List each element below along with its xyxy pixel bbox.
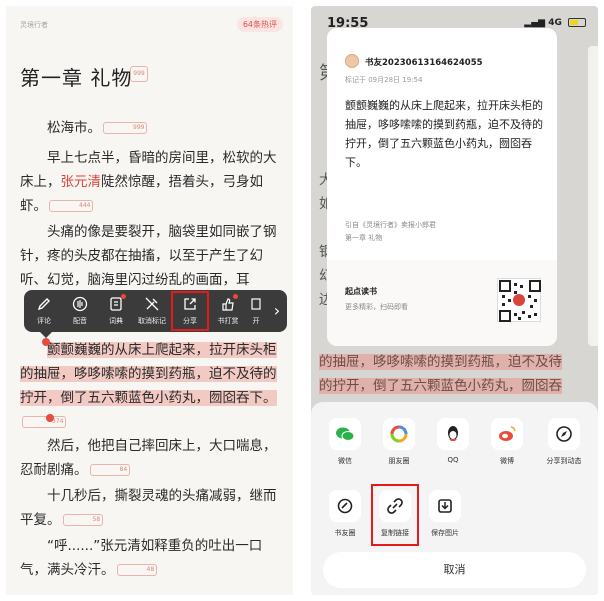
bg-line: 的抽屉，哆哆嗦嗦的摸到药瓶，迫不及待 bbox=[319, 350, 595, 374]
selected-text[interactable]: 颤颤巍巍的从床上爬起来，拉开床头柜的抽屉，哆哆嗦嗦的摸到药瓶，迫不及待的拧开，倒… bbox=[20, 342, 277, 406]
share-to-feed[interactable]: 分享到动态 bbox=[539, 418, 589, 466]
book-name: 灵境行者 bbox=[20, 21, 48, 29]
paragraph-comment-badge[interactable]: 48 bbox=[116, 564, 158, 576]
share-moments[interactable]: 朋友圈 bbox=[377, 418, 421, 466]
paragraph: 然后，他把自己摔回床上，大口喘息，忍耐剧痛。 84 bbox=[20, 434, 282, 482]
toolbar-label: 配音 bbox=[73, 317, 87, 325]
toolbar-reward[interactable]: 书打赏 bbox=[210, 290, 246, 332]
paragraph-comment-badge[interactable]: 444 bbox=[49, 200, 94, 212]
selection-toolbar: 评论 配音 词典 取消标记 分享 书打赏 开 › bbox=[24, 290, 287, 332]
paragraph: 头痛的像是要裂开，脑袋里如同嵌了钢针，疼的头皮都在抽搐，以至于产生了幻听、幻觉，… bbox=[20, 220, 282, 292]
qq-icon bbox=[437, 418, 469, 450]
toolbar-label: 词典 bbox=[109, 317, 123, 325]
paragraph-text: 十几秒后，撕裂灵魂的头痛减弱，继而平复。 bbox=[20, 488, 277, 528]
toolbar-dictionary[interactable]: 词典 bbox=[98, 290, 134, 332]
toolbar-label: 取消标记 bbox=[138, 317, 166, 325]
highlighted-paragraph[interactable]: 颤颤巍巍的从床上爬起来，拉开床头柜的抽屉，哆哆嗦嗦的摸到药瓶，迫不及待的拧开，倒… bbox=[20, 338, 282, 434]
pen-icon bbox=[37, 298, 50, 311]
share-label: QQ bbox=[447, 456, 459, 464]
share-weibo[interactable]: 微博 bbox=[485, 418, 529, 466]
bg-highlighted-text: 的抽屉，哆哆嗦嗦的摸到药瓶，迫不及待 bbox=[319, 354, 562, 370]
toolbar-comment[interactable]: 评论 bbox=[26, 290, 62, 332]
hot-comment-count[interactable]: 64条热评 bbox=[236, 17, 283, 32]
signal-icon: ▂▄▆ bbox=[524, 18, 546, 28]
bg-line: 的拧开，倒了五六颗蓝色小药丸，囫囵吞 bbox=[319, 374, 595, 398]
paragraph-comment-badge[interactable]: 58 bbox=[62, 514, 104, 526]
moments-icon bbox=[383, 418, 415, 450]
open-icon bbox=[251, 298, 261, 310]
toolbar-label: 书打赏 bbox=[217, 317, 239, 325]
voice-icon bbox=[72, 296, 88, 312]
new-dot bbox=[121, 294, 126, 299]
reader-left-panel: 灵境行者 64条热评 第一章 礼物 999 松海市。 999 早上七点半，昏暗的房… bbox=[6, 6, 293, 595]
qr-logo bbox=[513, 294, 525, 306]
toolbar-label: 开 bbox=[252, 317, 260, 325]
qr-code bbox=[497, 278, 541, 322]
paragraph-comment-badge[interactable]: 374 bbox=[22, 416, 67, 428]
share-wechat[interactable]: 微信 bbox=[323, 418, 367, 466]
chapter-title: 第一章 礼物 bbox=[20, 66, 133, 90]
compass-icon bbox=[548, 418, 580, 450]
toolbar-voice[interactable]: 配音 bbox=[62, 290, 98, 332]
share-save-image[interactable]: 保存图片 bbox=[423, 490, 467, 538]
paragraph: “呼......”张元清如释重负的吐出一口气，满头冷汗。 48 bbox=[20, 534, 282, 582]
next-card-edge bbox=[588, 46, 598, 346]
share-label: 书友圈 bbox=[334, 529, 356, 537]
share-label: 微信 bbox=[338, 457, 352, 465]
share-right-panel: 19:55 ▂▄▆ 4G 第 大 如 钢 幻 边 的抽屉，哆哆嗦嗦的摸到药瓶，迫… bbox=[311, 6, 598, 595]
share-card: 书友20230613164624055 标记于 09月28日 19:54 颤颤巍… bbox=[327, 28, 557, 346]
copy-link-highlight-box bbox=[371, 484, 419, 546]
paragraph: 早上七点半，昏暗的房间里，松软的大床上，张元清陡然惊醒，捂着头，弓身如虾。 444 bbox=[20, 146, 282, 218]
paragraph-text: 然后，他把自己摔回床上，大口喘息，忍耐剧痛。 bbox=[20, 438, 277, 478]
card-footer: 起点读书 更多精彩，扫码即看 bbox=[327, 260, 557, 346]
character-name-link[interactable]: 张元清 bbox=[61, 174, 102, 190]
weibo-icon bbox=[491, 418, 523, 450]
chapter-comment-badge[interactable]: 999 bbox=[130, 66, 148, 82]
cancel-button[interactable]: 取消 bbox=[323, 552, 586, 588]
status-indicators: ▂▄▆ 4G bbox=[524, 18, 586, 28]
toolbar-more-button[interactable]: › bbox=[268, 290, 286, 332]
paragraph-comment-badge[interactable]: 999 bbox=[103, 122, 148, 134]
card-username: 书友20230613164624055 bbox=[365, 58, 483, 68]
paragraph-comment-badge[interactable]: 84 bbox=[89, 464, 131, 476]
paragraph-text: 松海市。 bbox=[47, 120, 101, 136]
toolbar-label: 评论 bbox=[37, 317, 51, 325]
share-label: 微博 bbox=[500, 457, 514, 465]
paragraph: 十几秒后，撕裂灵魂的头痛减弱，继而平复。 58 bbox=[20, 484, 282, 532]
card-chapter: 第一章 礼物 bbox=[345, 234, 383, 242]
toolbar-unmark[interactable]: 取消标记 bbox=[134, 290, 170, 332]
toolbar-open[interactable]: 开 bbox=[244, 290, 268, 332]
share-bookfriend[interactable]: 书友圈 bbox=[323, 490, 367, 538]
selection-end-handle[interactable] bbox=[46, 414, 54, 422]
share-sheet: 微信 朋友圈 QQ 微博 分享到动态 书友圈 复制链接 保存图片 取消 bbox=[311, 402, 598, 595]
battery-icon bbox=[568, 18, 586, 27]
share-qq[interactable]: QQ bbox=[431, 418, 475, 464]
share-label: 朋友圈 bbox=[388, 457, 410, 465]
card-source: 引自《灵境行者》卖报小郎君 bbox=[345, 221, 436, 229]
bg-highlighted-text: 的拧开，倒了五六颗蓝色小药丸，囫囵吞 bbox=[319, 378, 562, 394]
new-dot bbox=[233, 294, 238, 299]
bookfriend-icon bbox=[329, 490, 361, 522]
share-label: 保存图片 bbox=[431, 529, 459, 537]
share-label: 分享到动态 bbox=[546, 457, 582, 465]
save-image-icon bbox=[429, 490, 461, 522]
share-highlight-box bbox=[171, 291, 209, 331]
unmark-icon bbox=[145, 297, 159, 311]
card-date: 标记于 09月28日 19:54 bbox=[345, 76, 423, 84]
brand-name: 起点读书 bbox=[345, 287, 377, 296]
brand-subtitle: 更多精彩，扫码即看 bbox=[345, 303, 408, 311]
avatar bbox=[345, 54, 359, 68]
selection-start-handle[interactable] bbox=[42, 338, 50, 346]
wechat-icon bbox=[329, 418, 361, 450]
card-quote: 颤颤巍巍的从床上爬起来，拉开床头柜的抽屉，哆哆嗦嗦的摸到药瓶，迫不及待的拧开，倒… bbox=[345, 99, 543, 169]
paragraph: 松海市。 999 bbox=[20, 116, 282, 140]
network-type: 4G bbox=[548, 18, 562, 28]
paragraph-text: 头痛的像是要裂开，脑袋里如同嵌了钢针，疼的头皮都在抽搐，以至于产生了幻听、幻觉，… bbox=[20, 224, 277, 288]
